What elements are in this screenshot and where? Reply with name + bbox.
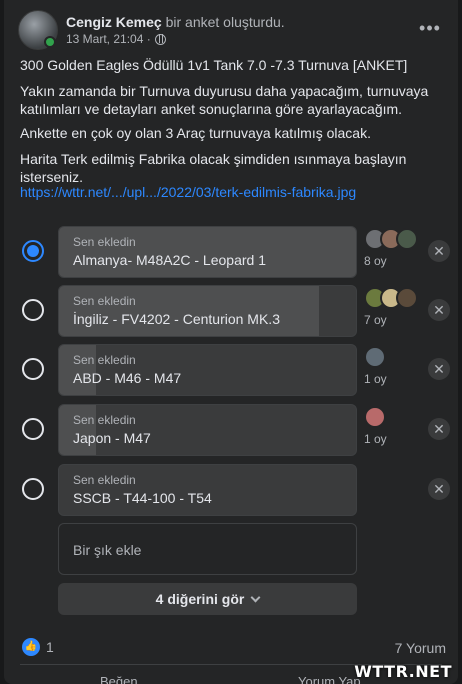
close-icon[interactable]: ✕ [428,418,450,440]
voter-avatar [364,346,386,368]
voter-avatars[interactable] [364,287,418,309]
voter-avatar [364,406,386,428]
poll-radio[interactable] [22,478,44,500]
poll-radio[interactable] [22,418,44,440]
vote-count[interactable]: 1 oy [364,432,387,446]
option-added-by: Sen ekledin [73,353,136,367]
poll-option[interactable]: Sen ekledin Japon - M47 1 oy ✕ [18,404,450,456]
add-option-input[interactable]: Bir şık ekle [58,523,357,575]
close-icon[interactable]: ✕ [428,358,450,380]
voter-avatars[interactable] [364,228,418,250]
poll-post-card: Cengiz Kemeç bir anket oluşturdu. 13 Mar… [4,0,458,684]
online-status-dot [44,36,56,48]
option-label: Almanya- M48A2C - Leopard 1 [73,252,266,268]
poll-option-box[interactable]: Sen ekledin SSCB - T44-100 - T54 [58,464,357,516]
see-more-label: 4 diğerini gör [155,591,245,607]
like-button[interactable]: Beğen [100,674,138,684]
post-header: Cengiz Kemeç bir anket oluşturdu. 13 Mar… [18,10,448,50]
globe-icon [154,33,166,45]
like-count: 1 [46,639,54,655]
option-added-by: Sen ekledin [73,235,136,249]
post-meta: 13 Mart, 21:04 · [66,32,166,46]
voter-avatar [396,228,418,250]
poll-radio[interactable] [22,358,44,380]
poll-option-box[interactable]: Sen ekledin İngiliz - FV4202 - Centurion… [58,285,357,337]
reaction-summary[interactable]: 👍 1 [22,638,54,656]
voter-avatars[interactable] [364,346,386,368]
poll-option[interactable]: Sen ekledin Almanya- M48A2C - Leopard 1 … [18,226,450,278]
see-more-button[interactable]: 4 diğerini gör [58,583,357,615]
close-icon[interactable]: ✕ [428,299,450,321]
option-label: Japon - M47 [73,430,151,446]
poll-option-box[interactable]: Sen ekledin Almanya- M48A2C - Leopard 1 [58,226,357,278]
post-title: 300 Golden Eagles Ödüllü 1v1 Tank 7.0 -7… [20,57,408,73]
thumbs-up-icon: 👍 [22,638,40,656]
vote-count[interactable]: 7 oy [364,313,387,327]
voter-avatar [396,287,418,309]
poll-option-box[interactable]: Sen ekledin ABD - M46 - M47 [58,344,357,396]
post-paragraph-2: Ankette en çok oy olan 3 Araç turnuvaya … [20,125,371,141]
poll-radio-selected[interactable] [22,240,44,262]
close-icon[interactable]: ✕ [428,240,450,262]
close-icon[interactable]: ✕ [428,478,450,500]
poll-option[interactable]: Sen ekledin SSCB - T44-100 - T54 ✕ [18,464,450,516]
post-action-text: bir anket oluşturdu. [165,14,285,30]
vote-count[interactable]: 1 oy [364,372,387,386]
option-label: SSCB - T44-100 - T54 [73,490,212,506]
more-icon[interactable]: ••• [416,16,444,44]
option-added-by: Sen ekledin [73,413,136,427]
post-link[interactable]: https://wttr.net/.../upl.../2022/03/terk… [20,184,356,200]
poll-option[interactable]: Sen ekledin İngiliz - FV4202 - Centurion… [18,285,450,337]
post-timestamp[interactable]: 13 Mart, 21:04 · [66,32,151,46]
option-label: ABD - M46 - M47 [73,370,182,386]
watermark-logo: WTTR.NET [354,662,452,681]
option-label: İngiliz - FV4202 - Centurion MK.3 [73,311,280,327]
post-paragraph-1: Yakın zamanda bir Turnuva duyurusu daha … [20,83,429,117]
author-name[interactable]: Cengiz Kemeç [66,14,162,30]
poll-option[interactable]: Sen ekledin ABD - M46 - M47 1 oy ✕ [18,344,450,396]
vote-count[interactable]: 8 oy [364,254,387,268]
poll-option-box[interactable]: Sen ekledin Japon - M47 [58,404,357,456]
comment-button[interactable]: Yorum Yap [298,674,361,684]
author-line: Cengiz Kemeç bir anket oluşturdu. [66,14,285,30]
option-added-by: Sen ekledin [73,294,136,308]
chevron-down-icon [250,592,261,603]
voter-avatars[interactable] [364,406,386,428]
post-paragraph-3: Harita Terk edilmiş Fabrika olacak şimdi… [20,151,407,185]
poll-radio[interactable] [22,299,44,321]
comment-count[interactable]: 7 Yorum [395,640,446,656]
option-added-by: Sen ekledin [73,473,136,487]
